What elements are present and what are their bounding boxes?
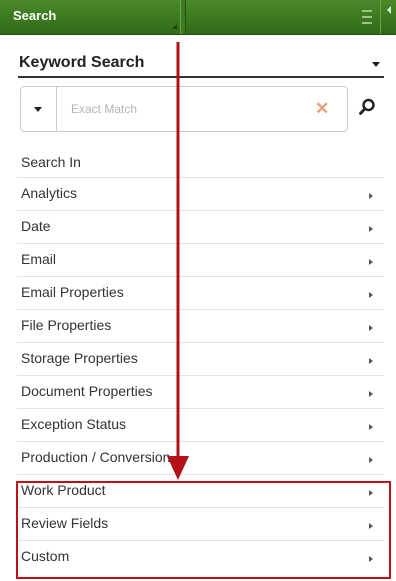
chevron-right-icon <box>369 391 373 397</box>
list-item-work-product[interactable]: Work Product <box>17 474 384 507</box>
list-item-label: Exception Status <box>21 416 127 432</box>
chevron-right-icon <box>369 424 373 430</box>
list-item-label: Email Properties <box>21 284 124 300</box>
list-item-label: Production / Conversion <box>21 449 171 465</box>
chevron-right-icon <box>369 259 373 265</box>
chevron-right-icon <box>369 523 373 529</box>
list-item-label: Date <box>21 218 51 234</box>
collapse-panel-button[interactable] <box>380 0 396 34</box>
list-item-custom[interactable]: Custom <box>17 540 384 573</box>
list-item-production-conversion[interactable]: Production / Conversion <box>17 441 384 474</box>
list-item-label: Work Product <box>21 482 106 498</box>
panel-splitter[interactable] <box>180 0 186 34</box>
hamburger-icon[interactable] <box>362 10 372 24</box>
chevron-right-icon <box>369 358 373 364</box>
search-in-label: Search In <box>21 154 81 170</box>
list-item-email[interactable]: Email <box>17 243 384 276</box>
chevron-right-icon <box>369 193 373 199</box>
search-panel: Search Keyword Search ✕ Search In Analyt… <box>0 0 396 581</box>
panel-title-bar: Search <box>0 0 396 35</box>
chevron-right-icon <box>369 226 373 232</box>
list-item-label: Storage Properties <box>21 350 138 366</box>
chevron-right-icon <box>369 490 373 496</box>
chevron-right-icon <box>369 325 373 331</box>
chevron-right-icon <box>369 292 373 298</box>
list-item-review-fields[interactable]: Review Fields <box>17 507 384 540</box>
keyword-search-label: Keyword Search <box>19 54 145 71</box>
list-item-label: Email <box>21 251 57 267</box>
keyword-search-dropdown[interactable]: Keyword Search <box>18 50 384 78</box>
search-icon[interactable] <box>357 97 377 117</box>
list-item-label: File Properties <box>21 317 112 333</box>
list-item-storage-properties[interactable]: Storage Properties <box>17 342 384 375</box>
panel-title: Search <box>13 8 57 23</box>
list-item-document-properties[interactable]: Document Properties <box>17 375 384 408</box>
list-item-analytics[interactable]: Analytics <box>17 177 384 210</box>
search-field-group: ✕ <box>20 86 348 132</box>
list-item-email-properties[interactable]: Email Properties <box>17 276 384 309</box>
list-item-label: Document Properties <box>21 383 153 399</box>
list-item-label: Analytics <box>21 185 78 201</box>
list-item-date[interactable]: Date <box>17 210 384 243</box>
search-in-list: Analytics Date Email Email Properties Fi… <box>17 177 384 573</box>
chevron-right-icon <box>369 556 373 562</box>
resize-grip-icon[interactable] <box>172 24 177 29</box>
list-item-file-properties[interactable]: File Properties <box>17 309 384 342</box>
list-item-exception-status[interactable]: Exception Status <box>17 408 384 441</box>
caret-down-icon <box>372 62 380 67</box>
list-item-label: Custom <box>21 548 70 564</box>
search-mode-dropdown[interactable] <box>21 87 57 131</box>
close-icon[interactable]: ✕ <box>315 100 329 117</box>
search-input[interactable] <box>57 87 297 131</box>
list-item-label: Review Fields <box>21 515 109 531</box>
chevron-right-icon <box>369 457 373 463</box>
